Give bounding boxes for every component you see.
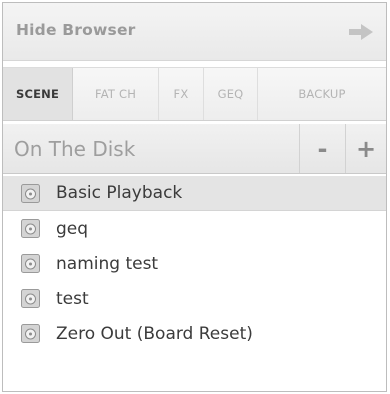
- disk-bar: On The Disk - +: [3, 124, 386, 174]
- disk-icon: [21, 324, 40, 343]
- file-item-naming-test[interactable]: naming test: [3, 246, 386, 281]
- disk-location-label: On The Disk: [3, 124, 300, 173]
- add-button[interactable]: +: [346, 124, 386, 173]
- disk-icon: [21, 183, 40, 203]
- arrow-right-icon[interactable]: [348, 23, 374, 41]
- browser-panel: Hide Browser SCENE FAT CH FX GEQ BACKUP …: [2, 2, 387, 392]
- tab-backup[interactable]: BACKUP: [258, 68, 386, 120]
- tab-bar: SCENE FAT CH FX GEQ BACKUP: [3, 67, 386, 121]
- file-list: Basic Playback geq naming test test Zero…: [3, 176, 386, 351]
- tab-fat-ch[interactable]: FAT CH: [73, 68, 159, 120]
- file-item-basic-playback[interactable]: Basic Playback: [3, 176, 386, 211]
- remove-button[interactable]: -: [300, 124, 346, 173]
- hide-browser-header[interactable]: Hide Browser: [3, 3, 386, 61]
- file-item-zero-out[interactable]: Zero Out (Board Reset): [3, 316, 386, 351]
- file-item-geq[interactable]: geq: [3, 211, 386, 246]
- disk-icon: [21, 219, 40, 238]
- file-item-label: naming test: [56, 253, 159, 274]
- file-item-label: Zero Out (Board Reset): [56, 323, 253, 344]
- disk-icon: [21, 289, 40, 308]
- tab-geq[interactable]: GEQ: [204, 68, 258, 120]
- tab-fx[interactable]: FX: [159, 68, 204, 120]
- file-item-label: Basic Playback: [56, 183, 183, 203]
- file-item-test[interactable]: test: [3, 281, 386, 316]
- tab-scene[interactable]: SCENE: [3, 68, 73, 120]
- hide-browser-title[interactable]: Hide Browser: [16, 21, 136, 39]
- file-item-label: geq: [56, 218, 89, 239]
- file-item-label: test: [56, 288, 89, 309]
- disk-icon: [21, 254, 40, 273]
